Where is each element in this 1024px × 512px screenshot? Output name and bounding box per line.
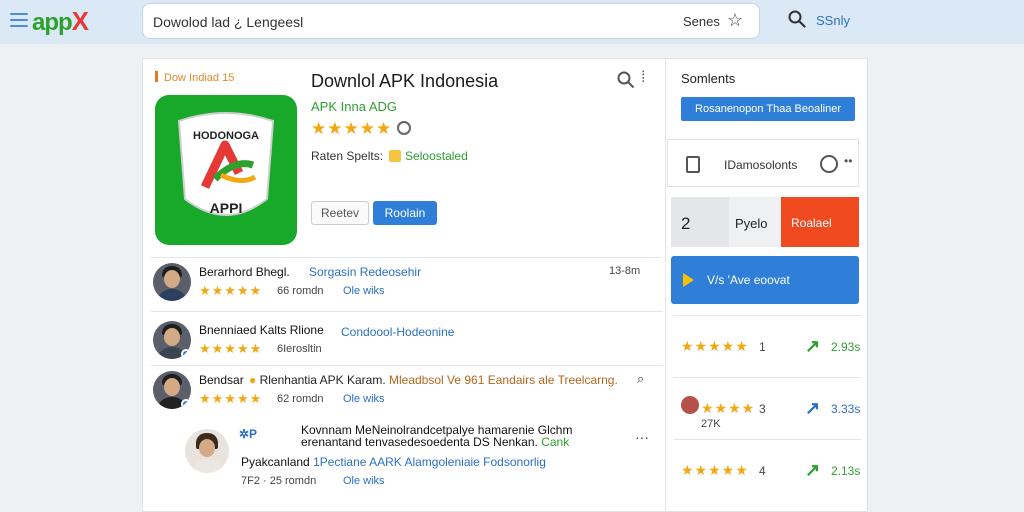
review-link[interactable]: Ole wiks (343, 285, 385, 297)
review-stars: ★★★★★ (199, 283, 263, 298)
play-icon (683, 273, 694, 287)
review-link[interactable]: Ole wiks (343, 475, 385, 487)
review-button[interactable]: Reetev (311, 201, 369, 225)
app-detail-card: Dow Indiad 15 HODONOGA APPI Downlol APK … (142, 58, 868, 512)
review-stars: ★★★★★ (199, 391, 263, 406)
more-options-icon[interactable]: ⁞ (641, 69, 645, 87)
top-nav-link[interactable]: SSnly (816, 13, 850, 28)
review-link[interactable]: Ole wiks (343, 393, 385, 405)
search-box: Senes ☆ (142, 3, 760, 39)
review-meta: 66 romdn (277, 285, 324, 297)
more-options-icon[interactable]: ··· (635, 429, 649, 445)
reviewer-name[interactable]: Berarhord Bhegl. (199, 265, 290, 279)
document-icon (686, 156, 700, 173)
side-title: Somlents (681, 71, 736, 86)
divider (151, 365, 663, 366)
svg-text:APPI: APPI (210, 200, 243, 216)
rank-row[interactable]: ★★★★★ 1 ↗ 2.93s (673, 315, 861, 375)
clock-icon (820, 155, 838, 173)
play-button[interactable]: V/s 'Ave eoovat (671, 256, 859, 304)
tag-icon[interactable]: ⌕ (637, 371, 644, 387)
review-tag[interactable]: ● Rlenhantia APK Karam. (249, 373, 386, 387)
badge-icon (681, 396, 699, 414)
side-box-label: IDamosolonts (724, 158, 798, 172)
avatar[interactable] (153, 321, 191, 359)
site-logo[interactable]: appX (32, 6, 89, 36)
trend-up-icon: ↗ (805, 336, 821, 356)
reviewer-name[interactable]: Bnenniaed Kalts Rlione (199, 323, 324, 337)
review-tag[interactable]: Condoool-Hodeonine (341, 325, 454, 339)
review-meta: 62 romdn (277, 393, 324, 405)
download-red-button[interactable]: Roalael (781, 197, 859, 247)
rank-row[interactable]: ★★★★★ 4 ↗ 2.13s (673, 439, 861, 499)
avatar[interactable] (153, 371, 191, 409)
svg-text:HODONOGA: HODONOGA (193, 130, 259, 142)
search-icon[interactable] (788, 10, 806, 28)
column-divider (665, 59, 666, 512)
status-icon (389, 150, 402, 162)
review-tag[interactable]: Sorgasin Redeosehir (309, 265, 421, 279)
hamburger-menu-icon[interactable] (10, 13, 28, 27)
divider (151, 257, 661, 258)
divider (151, 311, 663, 312)
avatar[interactable] (153, 263, 191, 301)
reviewer-name[interactable]: Bendsar (199, 373, 244, 387)
reply-text: erenantand tenvasedesoedenta DS Nenkan. … (301, 435, 570, 449)
side-info-box[interactable]: IDamosolonts •• (667, 139, 859, 187)
rank-row[interactable]: ★★★★ 3 ↗ 3.33s 27K (673, 377, 861, 437)
info-icon[interactable] (397, 121, 411, 135)
top-bar: appX Senes ☆ SSnly (0, 0, 1024, 44)
more-options-icon[interactable]: •• (844, 154, 852, 168)
breadcrumb[interactable]: Dow Indiad 15 (155, 71, 234, 84)
review-time: 13-8m (609, 265, 641, 277)
review-meta: 7F2 · 25 romdn (241, 475, 317, 487)
star-icon[interactable]: ☆ (727, 10, 743, 31)
review-stars: ★★★★★ (199, 341, 263, 356)
search-button[interactable]: Senes (683, 14, 720, 29)
side-banner-button[interactable]: Rosanenopon Thaa Beoaliner (681, 97, 855, 121)
search-input[interactable] (153, 10, 653, 34)
trend-up-icon: ↗ (805, 460, 821, 480)
review-subtag[interactable]: Mleadbsol Ve 961 Eandairs ale Treelcarng… (389, 373, 618, 387)
reply-badge-icon: ✲P (239, 427, 258, 441)
reply-line: Pyakcanland 1Pectiane AARK Alamgoleniaie… (241, 455, 546, 469)
release-status: Raten Spelts: Seloostaled (311, 149, 468, 163)
version-label[interactable]: Pyelo (729, 197, 781, 247)
app-rating-stars: ★★★★★ (311, 119, 393, 138)
app-shield-icon: HODONOGA APPI (177, 112, 275, 216)
trend-up-icon: ↗ (805, 398, 821, 418)
install-button[interactable]: Roolain (373, 201, 437, 225)
search-icon[interactable] (617, 71, 635, 89)
review-meta: 6Ierosltin (277, 343, 322, 355)
app-developer[interactable]: APK Inna ADG (311, 99, 397, 114)
app-icon[interactable]: HODONOGA APPI (155, 95, 297, 245)
avatar[interactable] (185, 429, 229, 473)
version-number: 2 (671, 197, 729, 247)
app-title: Downlol APK Indonesia (311, 71, 499, 91)
